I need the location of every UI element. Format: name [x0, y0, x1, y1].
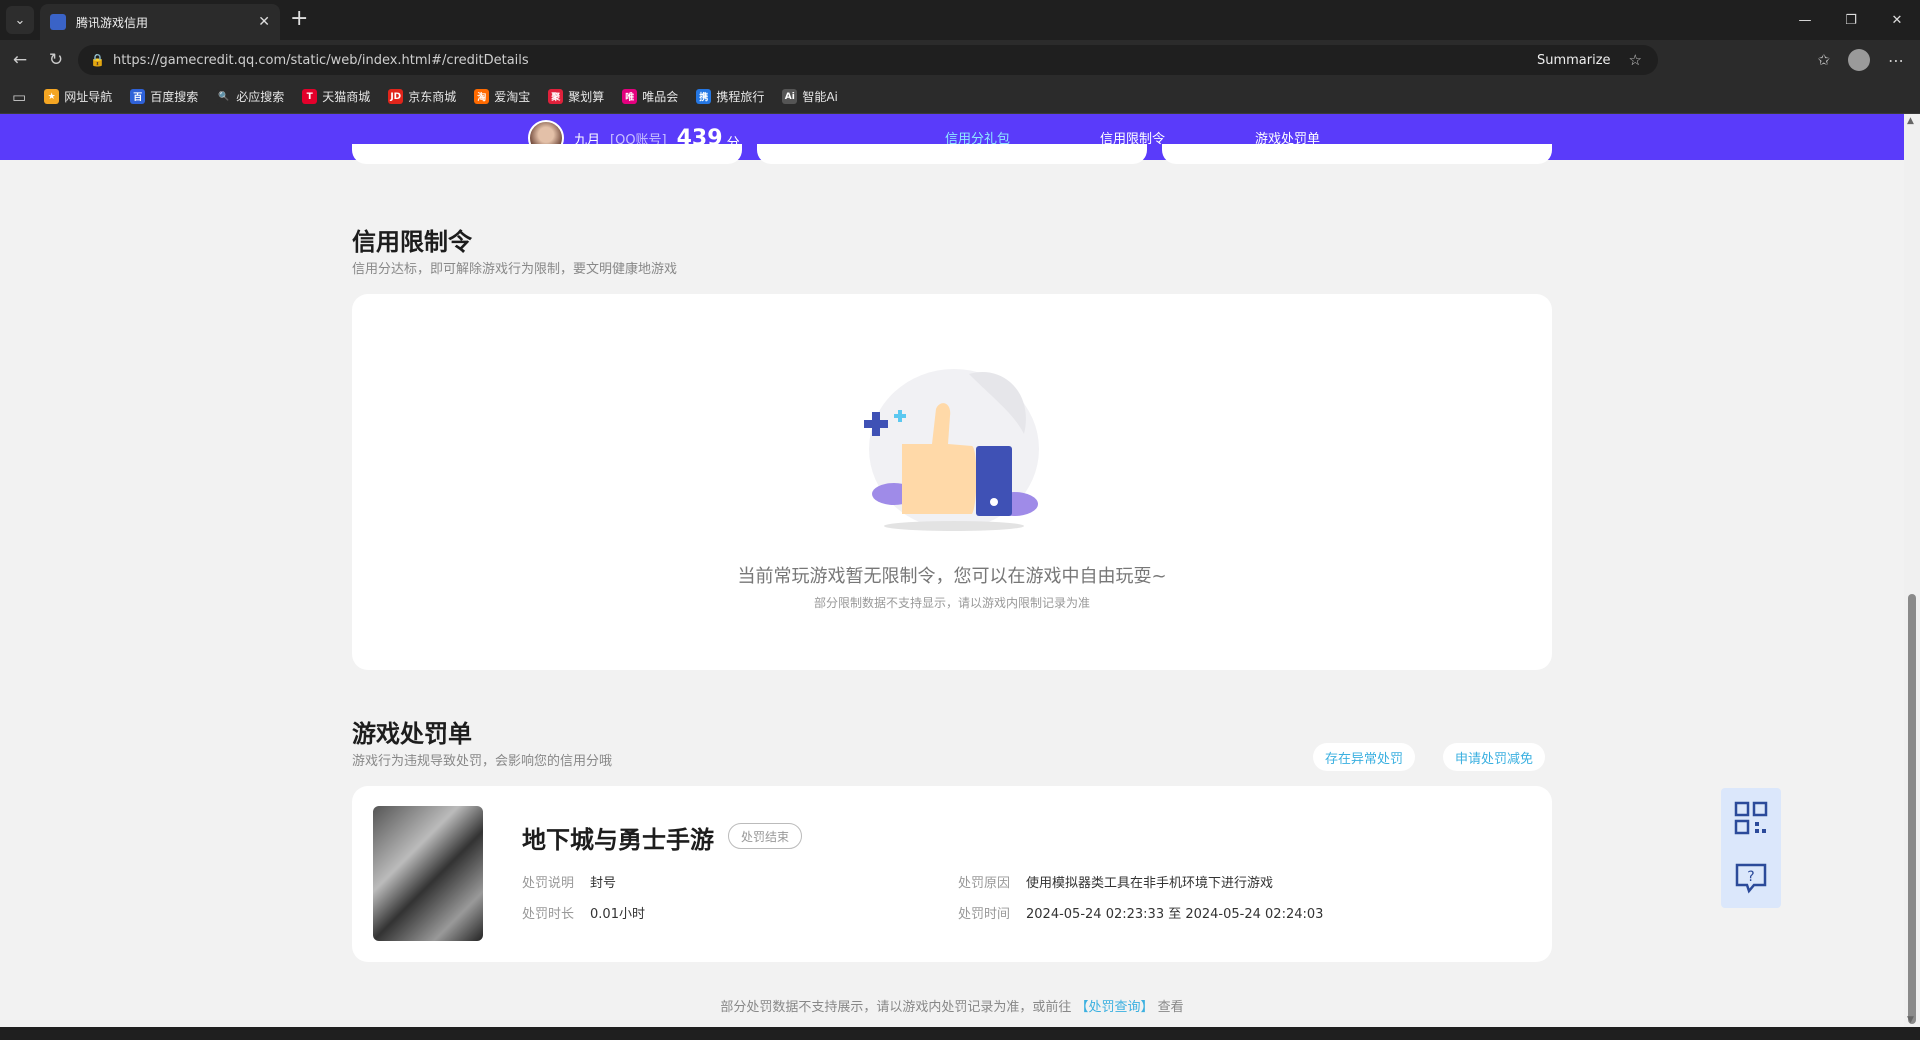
bookmark-favicon-icon: 唯	[622, 89, 638, 104]
restore-icon[interactable]: ❐	[1828, 0, 1874, 40]
page-viewport: 九月 [QQ账号] 439 分 信用分礼包 信用限制令 游戏处罚单 信用限制令 …	[0, 114, 1904, 1027]
bookmark-label: 必应搜索	[236, 90, 285, 104]
lock-icon[interactable]: 🔒	[90, 53, 105, 67]
penalty-reason-value: 使用模拟器类工具在非手机环境下进行游戏	[1026, 876, 1274, 891]
footer-note: 部分处罚数据不支持展示，请以游戏内处罚记录为准，或前往 【处罚查询】 查看	[0, 996, 1904, 1015]
tab-title: 腾讯游戏信用	[76, 15, 149, 30]
penalty-time-value: 2024-05-24 02:23:33 至 2024-05-24 02:24:0…	[1026, 907, 1324, 922]
more-menu-icon[interactable]: ⋯	[1888, 51, 1904, 70]
limit-section-title: 信用限制令	[352, 228, 472, 256]
penalty-query-link[interactable]: 【处罚查询】	[1075, 1000, 1153, 1015]
page-scrollbar[interactable]: ▲ ▼	[1904, 114, 1920, 1027]
bookmark-item[interactable]: JD 京东商城	[388, 88, 456, 105]
bookmarks-toggle-icon[interactable]: ▭	[12, 88, 26, 106]
refresh-icon[interactable]: ↻	[40, 44, 72, 76]
penalty-section-subtitle: 游戏行为违规导致处罚，会影响您的信用分哦	[352, 754, 613, 769]
bookmark-favicon-icon: JD	[388, 89, 404, 104]
bottom-bar	[0, 1027, 1920, 1040]
penalty-duration-label: 处罚时长	[522, 907, 575, 922]
gift-card-stub	[352, 144, 742, 164]
favorite-star-icon[interactable]: ☆	[1629, 51, 1642, 69]
penalty-reason-row: 处罚原因 使用模拟器类工具在非手机环境下进行游戏	[958, 872, 1273, 891]
bookmark-label: 爱淘宝	[494, 90, 531, 104]
address-bar[interactable]: 🔒 https://gamecredit.qq.com/static/web/i…	[78, 45, 1658, 75]
bookmark-item[interactable]: 聚聚划算	[548, 88, 604, 105]
summarize-button[interactable]: Summarize	[1537, 53, 1611, 68]
bookmark-item[interactable]: ★ 网址导航	[44, 88, 112, 105]
scroll-down-arrow-icon[interactable]: ▼	[1907, 1015, 1914, 1025]
penalty-desc-value: 封号	[590, 876, 617, 891]
game-name: 地下城与勇士手游	[522, 826, 714, 854]
bookmark-item[interactable]: T 天猫商城	[302, 88, 370, 105]
scroll-thumb[interactable]	[1908, 594, 1916, 1024]
bookmark-item[interactable]: Ai 智能Ai	[782, 88, 838, 105]
game-cover-image	[373, 806, 483, 941]
penalty-time-row: 处罚时间 2024-05-24 02:23:33 至 2024-05-24 02…	[958, 903, 1323, 922]
bookmark-item[interactable]: 携携程旅行	[696, 88, 764, 105]
bookmark-label: 网址导航	[64, 90, 113, 104]
penalty-reason-label: 处罚原因	[958, 876, 1011, 891]
bookmark-label: 百度搜索	[150, 90, 199, 104]
bookmark-label: 唯品会	[642, 90, 679, 104]
bookmark-label: 携程旅行	[716, 90, 765, 104]
minimize-icon[interactable]: —	[1782, 0, 1828, 40]
bookmark-label: 京东商城	[408, 90, 457, 104]
browser-toolbar: ← ↻ 🔒 https://gamecredit.qq.com/static/w…	[0, 40, 1920, 80]
window-controls: — ❐ ✕	[1782, 0, 1920, 40]
footer-note-tail: 查看	[1157, 1000, 1184, 1015]
bookmark-item[interactable]: 百百度搜索	[130, 88, 198, 105]
bookmarks-bar: ▭ ★ 网址导航 百百度搜索 🔍 必应搜索 T 天猫商城 JD 京东商城 淘爱淘宝 聚聚划算 唯唯品会…	[0, 80, 1920, 114]
tab-close-icon[interactable]: ✕	[258, 14, 270, 30]
bookmark-favicon-icon: Ai	[782, 89, 798, 104]
bookmark-item[interactable]: 淘爱淘宝	[474, 88, 530, 105]
browser-tab-active[interactable]: 腾讯游戏信用 ✕	[40, 4, 280, 40]
penalty-duration-value: 0.01小时	[590, 907, 645, 922]
apply-reduction-button[interactable]: 申请处罚减免	[1443, 743, 1546, 771]
footer-note-text: 部分处罚数据不支持展示，请以游戏内处罚记录为准，或前往	[720, 1000, 1072, 1015]
thumbs-up-illustration	[864, 369, 1039, 531]
bookmark-favicon-icon: T	[302, 89, 318, 104]
close-window-icon[interactable]: ✕	[1874, 0, 1920, 40]
gift-card-stub	[1162, 144, 1552, 164]
profile-avatar-icon[interactable]	[1848, 49, 1870, 71]
qr-code-icon[interactable]	[1721, 788, 1781, 848]
browser-titlebar: ⌄ 腾讯游戏信用 ✕ + — ❐ ✕	[0, 0, 1920, 40]
gift-card-stub	[757, 144, 1147, 164]
tab-favicon-icon	[50, 14, 66, 30]
penalty-record-card: 地下城与勇士手游 处罚结束 处罚说明 封号 处罚时长 0.01小时 处罚原因 使…	[352, 786, 1552, 962]
penalty-desc-row: 处罚说明 封号	[522, 872, 616, 891]
favorites-list-icon[interactable]: ✩	[1817, 51, 1830, 69]
bookmark-label: 智能Ai	[802, 90, 838, 104]
penalty-time-label: 处罚时间	[958, 907, 1011, 922]
bookmark-label: 聚划算	[568, 90, 605, 104]
empty-state-subtext: 部分限制数据不支持显示，请以游戏内限制记录为准	[813, 596, 1090, 610]
bookmark-favicon-icon: 百	[130, 89, 146, 104]
svg-text:?: ?	[1747, 869, 1754, 885]
scroll-up-arrow-icon[interactable]: ▲	[1907, 116, 1914, 126]
back-arrow-icon[interactable]: ←	[4, 44, 36, 76]
bookmark-favicon-icon: 🔍	[216, 89, 232, 104]
limit-section-subtitle: 信用分达标，即可解除游戏行为限制，要文明健康地游戏	[352, 262, 678, 277]
bookmark-favicon-icon: ★	[44, 89, 60, 104]
bookmark-item[interactable]: 🔍 必应搜索	[216, 88, 284, 105]
penalty-section-title: 游戏处罚单	[352, 720, 472, 748]
penalty-duration-row: 处罚时长 0.01小时	[522, 903, 645, 922]
bookmark-label: 天猫商城	[322, 90, 371, 104]
tab-list-chevron-icon[interactable]: ⌄	[6, 6, 34, 34]
bookmark-favicon-icon: 淘	[474, 89, 490, 104]
bookmark-favicon-icon: 聚	[548, 89, 564, 104]
limit-card: 当前常玩游戏暂无限制令，您可以在游戏中自由玩耍~ 部分限制数据不支持显示，请以游…	[352, 294, 1552, 670]
empty-state-text: 当前常玩游戏暂无限制令，您可以在游戏中自由玩耍~	[737, 566, 1167, 587]
bookmark-favicon-icon: 携	[696, 89, 712, 104]
bookmark-item[interactable]: 唯唯品会	[622, 88, 678, 105]
status-badge: 处罚结束	[728, 823, 803, 849]
floating-panel: ?	[1721, 788, 1781, 908]
help-feedback-icon[interactable]: ?	[1721, 848, 1781, 908]
url-text[interactable]: https://gamecredit.qq.com/static/web/ind…	[113, 53, 529, 68]
penalty-desc-label: 处罚说明	[522, 876, 575, 891]
abnormal-penalty-button[interactable]: 存在异常处罚	[1313, 743, 1416, 771]
new-tab-plus-icon[interactable]: +	[290, 8, 308, 30]
